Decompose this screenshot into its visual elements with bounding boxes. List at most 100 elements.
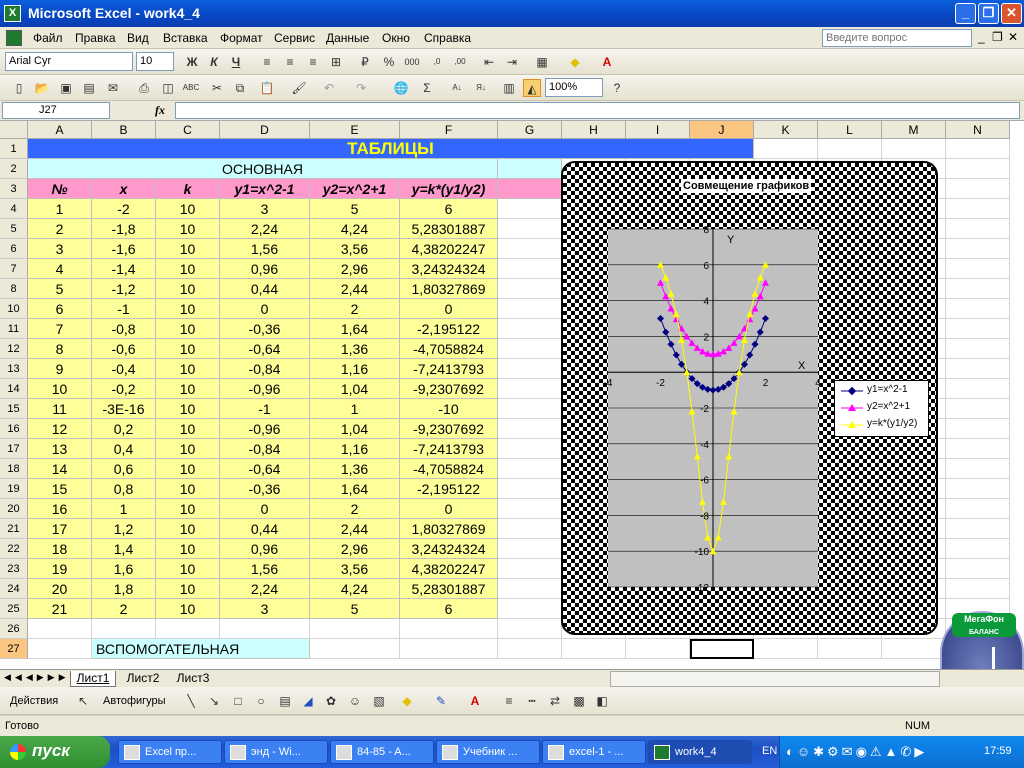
underline-button[interactable]: Ч xyxy=(227,53,245,71)
doc-restore-button[interactable]: ❐ xyxy=(992,30,1003,44)
data-cell[interactable]: 0,44 xyxy=(220,279,310,299)
sheet-title-cell[interactable]: ТАБЛИЦЫ xyxy=(28,139,754,159)
new-icon[interactable]: ▯ xyxy=(10,79,28,97)
sheet-subtitle-cell[interactable]: ОСНОВНАЯ xyxy=(28,159,498,179)
data-cell[interactable]: 1,04 xyxy=(310,419,400,439)
data-cell[interactable]: 0,2 xyxy=(92,419,156,439)
cut-icon[interactable]: ✂ xyxy=(208,79,226,97)
line-icon[interactable]: ╲ xyxy=(182,692,200,710)
align-center-icon[interactable]: ≡ xyxy=(281,53,299,71)
start-button[interactable]: пуск xyxy=(0,736,110,768)
row-header[interactable]: 20 xyxy=(0,499,28,519)
permission-icon[interactable]: ▤ xyxy=(80,79,98,97)
data-cell[interactable]: 2,24 xyxy=(220,579,310,599)
column-title-cell[interactable]: x xyxy=(92,179,156,199)
row-header[interactable]: 25 xyxy=(0,599,28,619)
row-header[interactable]: 17 xyxy=(0,439,28,459)
column-title-cell[interactable]: y1=x^2-1 xyxy=(220,179,310,199)
row-header[interactable]: 1 xyxy=(0,139,28,159)
header-extra-cell[interactable] xyxy=(498,179,562,199)
row-header[interactable]: 3 xyxy=(0,179,28,199)
data-cell[interactable]: 4,38202247 xyxy=(400,239,498,259)
data-cell[interactable]: -0,36 xyxy=(220,319,310,339)
excel-app-icon[interactable]: X xyxy=(4,5,21,22)
column-header[interactable]: C xyxy=(156,121,220,139)
format-painter-icon[interactable]: 🖌 xyxy=(290,79,308,97)
data-cell[interactable]: 5 xyxy=(310,599,400,619)
decrease-indent-icon[interactable]: ⇤ xyxy=(480,53,498,71)
data-cell[interactable]: 10 xyxy=(156,479,220,499)
data-cell[interactable]: -1,8 xyxy=(92,219,156,239)
data-cell[interactable]: 15 xyxy=(28,479,92,499)
merge-center-icon[interactable]: ⊞ xyxy=(327,53,345,71)
autosum-icon[interactable]: Σ xyxy=(418,79,436,97)
worksheet-grid[interactable]: ABCDEFGHIJKLMN 1 2 3 4 5 6 7 8 10 11 12 13 14 15 16 17 1… xyxy=(0,121,1024,669)
data-cell[interactable]: 7 xyxy=(28,319,92,339)
insert-function-icon[interactable]: fx xyxy=(155,103,165,118)
shadow-icon[interactable]: ▩ xyxy=(570,692,588,710)
data-cell[interactable]: 0 xyxy=(400,299,498,319)
arrow-style-icon[interactable]: ⇄ xyxy=(546,692,564,710)
menu-file[interactable]: Файл xyxy=(33,31,63,45)
data-cell[interactable]: 3 xyxy=(220,599,310,619)
help-icon[interactable]: ? xyxy=(608,79,626,97)
chart-legend[interactable]: y1=x^2-1 y2=x^2+1 y=k*(y1/y2) xyxy=(834,380,929,437)
row-header[interactable]: 4 xyxy=(0,199,28,219)
data-cell[interactable]: 16 xyxy=(28,499,92,519)
data-cell[interactable]: 21 xyxy=(28,599,92,619)
data-cell[interactable]: 9 xyxy=(28,359,92,379)
data-cell[interactable]: 5 xyxy=(28,279,92,299)
data-cell[interactable]: 2 xyxy=(310,299,400,319)
data-cell[interactable]: 10 xyxy=(156,539,220,559)
font-size-combo[interactable]: 10 xyxy=(136,52,174,71)
row-header[interactable]: 11 xyxy=(0,319,28,339)
data-cell[interactable]: 1,04 xyxy=(310,379,400,399)
column-header[interactable]: K xyxy=(754,121,818,139)
row-header[interactable]: 13 xyxy=(0,359,28,379)
font-name-combo[interactable]: Arial Cyr xyxy=(5,52,133,71)
data-cell[interactable]: 10 xyxy=(156,499,220,519)
column-header[interactable]: F xyxy=(400,121,498,139)
help-question-input[interactable] xyxy=(822,29,972,47)
thousands-icon[interactable]: 000 xyxy=(403,53,421,71)
data-cell[interactable]: 0 xyxy=(400,499,498,519)
data-cell[interactable]: 1,16 xyxy=(310,359,400,379)
draw-fill-icon[interactable]: ◆ xyxy=(398,692,416,710)
data-cell[interactable]: 2,96 xyxy=(310,259,400,279)
menu-insert[interactable]: Вставка xyxy=(163,31,208,45)
percent-icon[interactable]: % xyxy=(380,53,398,71)
draw-font-color-icon[interactable]: A xyxy=(466,692,484,710)
sort-desc-icon[interactable]: Я↓ xyxy=(472,79,490,97)
data-cell[interactable]: -7,2413793 xyxy=(400,439,498,459)
aux-label-cell[interactable]: ВСПОМОГАТЕЛЬНАЯ xyxy=(92,639,310,659)
menu-tools[interactable]: Сервис xyxy=(274,31,315,45)
row-header[interactable]: 2 xyxy=(0,159,28,179)
data-cell[interactable]: 1,2 xyxy=(92,519,156,539)
rectangle-icon[interactable]: □ xyxy=(229,692,247,710)
data-cell[interactable]: 5 xyxy=(310,199,400,219)
data-cell[interactable]: 10 xyxy=(156,299,220,319)
row-header[interactable]: 14 xyxy=(0,379,28,399)
data-cell[interactable]: 1,80327869 xyxy=(400,279,498,299)
megafon-widget[interactable]: МегаФон БАЛАНС xyxy=(940,611,1024,669)
data-cell[interactable]: 1,64 xyxy=(310,479,400,499)
task-end-wi[interactable]: энд - Wi... xyxy=(224,740,328,764)
print-preview-icon[interactable]: ◫ xyxy=(159,79,177,97)
menu-edit[interactable]: Правка xyxy=(75,31,116,45)
row-header[interactable]: 26 xyxy=(0,619,28,639)
row-header[interactable]: 7 xyxy=(0,259,28,279)
sort-asc-icon[interactable]: A↓ xyxy=(448,79,466,97)
data-cell[interactable]: 1,56 xyxy=(220,239,310,259)
data-cell[interactable]: 3 xyxy=(220,199,310,219)
data-cell[interactable]: 1,6 xyxy=(92,559,156,579)
doc-close-button[interactable]: ✕ xyxy=(1008,30,1018,44)
fill-color-icon[interactable]: ◆ xyxy=(566,53,584,71)
row-header[interactable]: 12 xyxy=(0,339,28,359)
select-objects-icon[interactable]: ↖ xyxy=(74,692,92,710)
clipart-icon[interactable]: ☺ xyxy=(346,692,364,710)
data-cell[interactable]: -1 xyxy=(220,399,310,419)
drawing-actions-menu[interactable]: Действия xyxy=(10,695,58,707)
select-all-corner[interactable] xyxy=(0,121,28,139)
arrow-icon[interactable]: ↘ xyxy=(205,692,223,710)
data-cell[interactable]: -1 xyxy=(92,299,156,319)
